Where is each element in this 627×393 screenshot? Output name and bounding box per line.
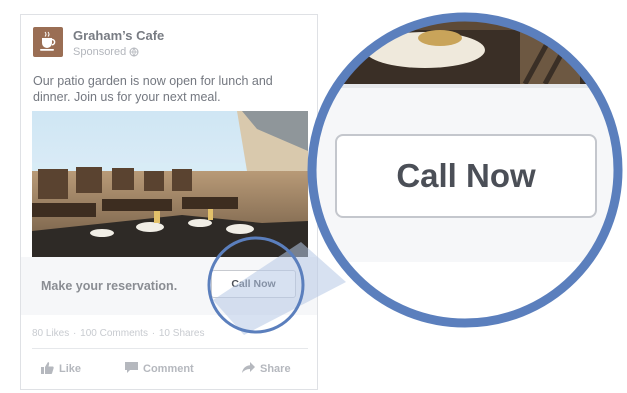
- call-now-button-zoomed[interactable]: Call Now: [335, 134, 597, 218]
- zoom-beam: [213, 242, 346, 335]
